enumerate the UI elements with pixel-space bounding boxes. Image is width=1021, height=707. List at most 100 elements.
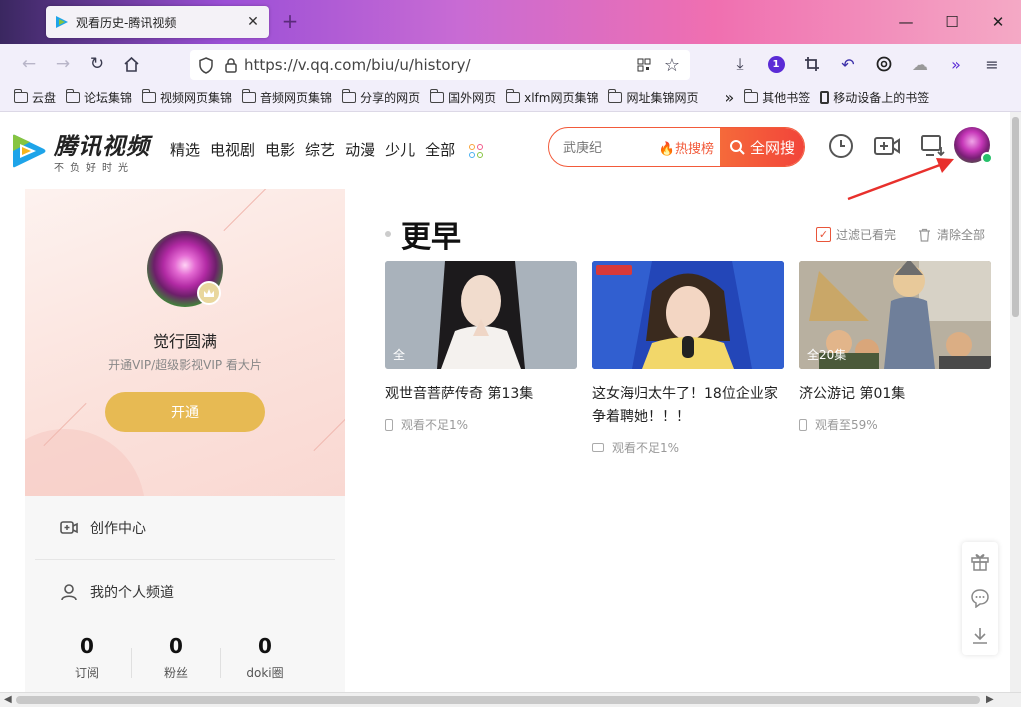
video-title[interactable]: 这女海归太牛了！18位企业家争着聘她！！！: [592, 383, 784, 429]
extension-circle-icon[interactable]: [866, 49, 902, 79]
bookmark-folder[interactable]: 分享的网页: [342, 89, 420, 106]
new-tab-icon[interactable]: +: [279, 9, 301, 33]
channel-link[interactable]: 动漫: [345, 139, 375, 160]
scroll-left-icon[interactable]: ◀: [4, 694, 12, 705]
lock-icon[interactable]: [224, 57, 238, 73]
channel-all-link[interactable]: 全部: [425, 139, 493, 160]
channel-link[interactable]: 电影: [265, 139, 295, 160]
bookmark-folder[interactable]: 云盘: [14, 89, 56, 106]
bookmark-folder[interactable]: 网址集锦网页: [608, 89, 698, 106]
history-card[interactable]: 全20集 济公游记 第01集 观看至59%: [799, 261, 991, 433]
site-header: 腾讯视频 不负好时光 精选 电视剧 电影 综艺 动漫 少儿 全部 🔥热搜榜 全网…: [0, 112, 1021, 201]
filter-watched-toggle[interactable]: ✓ 过滤已看完: [816, 226, 896, 243]
tab-title: 观看历史-腾讯视频: [76, 15, 177, 30]
username: 觉行圆满: [152, 332, 217, 351]
video-title[interactable]: 济公游记 第01集: [799, 383, 991, 406]
site-logo[interactable]: 腾讯视频 不负好时光: [10, 127, 150, 174]
mobile-device-icon: [799, 418, 807, 431]
folder-icon: [342, 89, 357, 103]
history-clock-icon[interactable]: [818, 130, 864, 162]
extension-cloud-icon[interactable]: ☁: [902, 49, 938, 79]
bookmark-star-icon[interactable]: ☆: [658, 53, 686, 77]
watch-progress: 观看不足1%: [385, 416, 577, 433]
bookmark-folder[interactable]: xlfm网页集锦: [506, 89, 598, 106]
scroll-right-icon[interactable]: ▶: [986, 694, 994, 705]
other-bookmarks[interactable]: 其他书签: [744, 89, 810, 106]
bookmark-folder[interactable]: 视频网页集锦: [142, 89, 232, 106]
gift-icon[interactable]: [969, 550, 991, 572]
search-box: 🔥热搜榜 全网搜: [548, 127, 805, 167]
decor-line: [223, 189, 267, 232]
vertical-scrollbar[interactable]: [1010, 112, 1021, 692]
feedback-icon[interactable]: [969, 587, 991, 609]
mobile-device-icon: [385, 418, 393, 431]
thumbnail-image: [385, 261, 577, 369]
online-status-icon: [981, 152, 993, 164]
undo-arrow-icon[interactable]: ↶: [830, 49, 866, 79]
minimize-icon[interactable]: —: [883, 0, 929, 44]
stat-subscriptions[interactable]: 0 订阅: [43, 634, 131, 681]
stats-row: 0 订阅 0 粉丝 0 doki圈: [43, 634, 323, 681]
back-icon[interactable]: ←: [12, 49, 46, 79]
bookmark-folder[interactable]: 音频网页集锦: [242, 89, 332, 106]
tencent-video-favicon-icon: [54, 14, 70, 30]
hamburger-menu-icon[interactable]: ≡: [974, 49, 1010, 79]
checkbox-checked-icon[interactable]: ✓: [816, 227, 831, 242]
flame-icon: 🔥: [658, 141, 675, 157]
user-avatar[interactable]: [954, 127, 993, 164]
url-text[interactable]: https://v.qq.com/biu/u/history/: [244, 56, 471, 74]
extension-badge-icon[interactable]: 1: [758, 49, 794, 79]
mobile-bookmarks[interactable]: 移动设备上的书签: [820, 89, 929, 106]
video-thumbnail[interactable]: 全: [385, 261, 577, 369]
channel-link[interactable]: 少儿: [385, 139, 415, 160]
channel-link[interactable]: 电视剧: [210, 139, 255, 160]
search-button[interactable]: 全网搜: [720, 128, 804, 166]
history-card[interactable]: 全 观世音菩萨传奇 第13集 观看不足1%: [385, 261, 577, 433]
bookmark-folder[interactable]: 论坛集锦: [66, 89, 132, 106]
reload-icon[interactable]: ↻: [80, 49, 114, 79]
page-content: 腾讯视频 不负好时光 精选 电视剧 电影 综艺 动漫 少儿 全部 🔥热搜榜 全网…: [0, 112, 1021, 692]
bookmark-folder[interactable]: 国外网页: [430, 89, 496, 106]
stat-fans[interactable]: 0 粉丝: [132, 634, 220, 681]
video-thumbnail[interactable]: 全20集: [799, 261, 991, 369]
forward-icon[interactable]: →: [46, 49, 80, 79]
upload-video-icon[interactable]: [864, 130, 910, 162]
open-vip-button[interactable]: 开通: [105, 392, 265, 432]
home-icon[interactable]: [114, 49, 148, 79]
history-card[interactable]: 这女海归太牛了！18位企业家争着聘她！！！ 观看不足1%: [592, 261, 784, 456]
video-title[interactable]: 观世音菩萨传奇 第13集: [385, 383, 577, 406]
window-close-icon[interactable]: ✕: [975, 0, 1021, 44]
profile-card: 觉行圆满 开通VIP/超级影视VIP 看大片 开通: [25, 189, 345, 496]
stat-doki[interactable]: 0 doki圈: [221, 634, 309, 681]
profile-menu: 创作中心 我的个人频道 0 订阅 0 粉丝 0 doki圈: [25, 496, 345, 692]
horizontal-scrollbar[interactable]: ◀ ▶: [0, 692, 1021, 707]
more-tools-icon[interactable]: »: [938, 49, 974, 79]
close-tab-icon[interactable]: ✕: [245, 14, 261, 30]
client-download-icon[interactable]: [910, 130, 956, 162]
browser-tab[interactable]: 观看历史-腾讯视频 ✕: [46, 6, 269, 38]
section-title: 更早: [385, 212, 461, 256]
bookmarks-overflow-icon[interactable]: »: [724, 88, 734, 107]
qr-code-icon[interactable]: [630, 53, 658, 77]
creator-camera-icon: [60, 521, 78, 534]
channel-link[interactable]: 精选: [170, 139, 200, 160]
download-app-icon[interactable]: [969, 625, 991, 647]
hot-search-link[interactable]: 🔥热搜榜: [659, 138, 714, 157]
url-bar[interactable]: https://v.qq.com/biu/u/history/ ☆: [190, 50, 690, 80]
download-icon[interactable]: ⤓: [722, 49, 758, 79]
horizontal-scroll-thumb[interactable]: [16, 696, 980, 704]
search-input[interactable]: [549, 139, 659, 155]
channel-nav: 精选 电视剧 电影 综艺 动漫 少儿 全部: [170, 139, 493, 160]
shield-icon[interactable]: [198, 56, 214, 74]
maximize-icon[interactable]: ☐: [929, 0, 975, 44]
vip-badge-icon: [197, 281, 221, 305]
video-thumbnail[interactable]: [592, 261, 784, 369]
clear-all-button[interactable]: 清除全部: [918, 226, 985, 243]
my-channel-link[interactable]: 我的个人频道: [60, 582, 174, 602]
folder-icon: [608, 89, 623, 103]
channel-link[interactable]: 综艺: [305, 139, 335, 160]
crop-icon[interactable]: [794, 49, 830, 79]
create-center-link[interactable]: 创作中心: [60, 518, 146, 538]
divider: [35, 559, 335, 560]
vertical-scroll-thumb[interactable]: [1012, 117, 1019, 317]
